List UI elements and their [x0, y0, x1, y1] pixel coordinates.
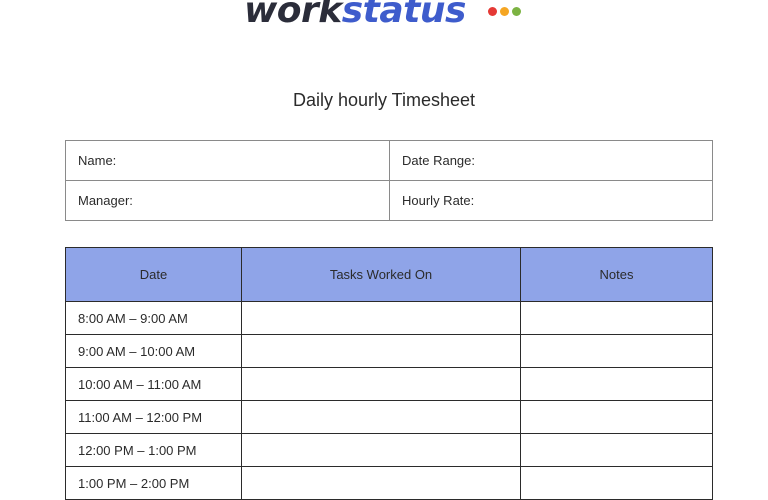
tasks-cell[interactable]: [241, 400, 521, 434]
table-row: 1:00 PM – 2:00 PM: [65, 466, 713, 500]
notes-column-header: Notes: [520, 247, 713, 302]
timesheet-table: Date Tasks Worked On Notes 8:00 AM – 9:0…: [65, 247, 713, 500]
tasks-cell[interactable]: [241, 433, 521, 467]
manager-field[interactable]: Manager:: [65, 180, 390, 221]
time-slot-cell: 12:00 PM – 1:00 PM: [65, 433, 242, 467]
time-slot-cell: 10:00 AM – 11:00 AM: [65, 367, 242, 401]
tasks-cell[interactable]: [241, 367, 521, 401]
date-column-header: Date: [65, 247, 242, 302]
tasks-cell[interactable]: [241, 334, 521, 368]
table-row: 12:00 PM – 1:00 PM: [65, 433, 713, 467]
tasks-cell[interactable]: [241, 301, 521, 335]
red-dot-icon: [487, 7, 497, 16]
time-slot-cell: 8:00 AM – 9:00 AM: [65, 301, 242, 335]
table-row: 9:00 AM – 10:00 AM: [65, 334, 713, 368]
time-slot-cell: 11:00 AM – 12:00 PM: [65, 400, 242, 434]
page-title: Daily hourly Timesheet: [292, 90, 476, 110]
green-dot-icon: [511, 7, 521, 16]
hourly-rate-field[interactable]: Hourly Rate:: [389, 180, 713, 221]
notes-cell[interactable]: [520, 466, 713, 500]
tasks-cell[interactable]: [241, 466, 521, 500]
notes-cell[interactable]: [520, 334, 713, 368]
logo-text-work: work: [244, 0, 342, 31]
logo-text-status: status: [341, 0, 467, 31]
notes-cell[interactable]: [520, 367, 713, 401]
notes-cell[interactable]: [520, 400, 713, 434]
workstatus-logo: workstatus: [0, 0, 768, 31]
table-row: 8:00 AM – 9:00 AM: [65, 301, 713, 335]
employee-info-table: Name: Date Range: Manager: Hourly Rate:: [65, 140, 713, 221]
name-field[interactable]: Name:: [65, 140, 390, 181]
tasks-column-header: Tasks Worked On: [241, 247, 521, 302]
logo-dots-icon: [487, 3, 524, 21]
date-range-field[interactable]: Date Range:: [389, 140, 713, 181]
orange-dot-icon: [499, 7, 509, 16]
time-slot-cell: 1:00 PM – 2:00 PM: [65, 466, 242, 500]
time-slot-cell: 9:00 AM – 10:00 AM: [65, 334, 242, 368]
info-row: Name: Date Range:: [65, 140, 713, 181]
table-row: 10:00 AM – 11:00 AM: [65, 367, 713, 401]
notes-cell[interactable]: [520, 433, 713, 467]
notes-cell[interactable]: [520, 301, 713, 335]
table-row: 11:00 AM – 12:00 PM: [65, 400, 713, 434]
table-header-row: Date Tasks Worked On Notes: [65, 247, 713, 302]
info-row: Manager: Hourly Rate:: [65, 180, 713, 221]
